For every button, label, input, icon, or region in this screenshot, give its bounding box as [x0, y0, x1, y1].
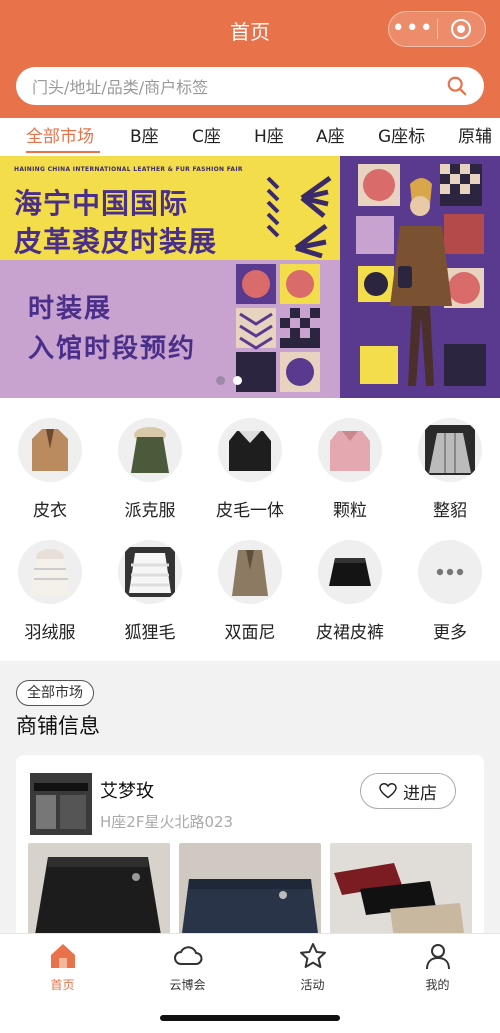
category-leather-skirt[interactable]: 皮裙皮裤: [300, 540, 400, 643]
product-image[interactable]: [179, 843, 321, 941]
granular-coat-image: [318, 418, 382, 482]
category-fur-leather[interactable]: 皮毛一体: [200, 418, 300, 521]
banner-title-line2: 皮革裘皮时装展: [14, 225, 218, 258]
leather-jacket-image: [18, 418, 82, 482]
banner-pattern-graphic: [236, 264, 320, 392]
category-more[interactable]: 更多: [400, 540, 500, 643]
nav-mine[interactable]: 我的: [375, 940, 500, 993]
tab-h[interactable]: H座: [254, 122, 284, 147]
record-icon: [451, 19, 472, 39]
banner-sunburst-graphic: [266, 175, 332, 258]
carousel-dot[interactable]: [216, 376, 225, 385]
category-label: 羽绒服: [24, 623, 76, 643]
tab-c[interactable]: C座: [192, 122, 221, 147]
category-label: 皮毛一体: [216, 501, 284, 521]
category-label: 整貂: [433, 501, 467, 521]
tab-all-markets[interactable]: 全部市场: [26, 122, 94, 147]
mink-coat-image: [418, 418, 482, 482]
heart-icon: [379, 783, 397, 799]
shop-card[interactable]: 艾梦玫 H座2F星火北路023 进店: [16, 755, 484, 941]
banner-title-line1: 海宁中国国际: [14, 187, 189, 220]
enter-shop-label: 进店: [403, 783, 437, 804]
category-mink[interactable]: 整貂: [400, 418, 500, 521]
section-title: 商铺信息: [16, 714, 100, 738]
tab-materials[interactable]: 原辅: [458, 122, 492, 147]
category-fox-fur[interactable]: 狐狸毛: [100, 540, 200, 643]
banner-subtitle-line1: 时装展: [28, 294, 113, 324]
nav-label: 我的: [425, 978, 450, 992]
parka-image: [118, 418, 182, 482]
shop-info-section: 全部市场 商铺信息 艾梦玫 H座2F星火北路023 进店: [0, 661, 500, 941]
banner-subtitle-line2: 入馆时段预约: [28, 334, 197, 364]
category-double-face[interactable]: 双面尼: [200, 540, 300, 643]
tab-g[interactable]: G座标: [378, 122, 425, 147]
enter-shop-button[interactable]: 进店: [360, 773, 456, 809]
user-icon: [425, 944, 450, 970]
tab-b[interactable]: B座: [130, 122, 159, 147]
nav-activity[interactable]: 活动: [250, 940, 375, 993]
nav-label: 云博会: [169, 978, 206, 992]
search-bar[interactable]: 门头/地址/品类/商户标签: [16, 67, 484, 105]
carousel-dot-active[interactable]: [233, 376, 242, 385]
category-label: 颗粒: [333, 501, 367, 521]
market-filter-chip[interactable]: 全部市场: [16, 680, 94, 706]
banner-english-title: HAINING CHINA INTERNATIONAL LEATHER & FU…: [14, 166, 243, 173]
nav-home[interactable]: 首页: [0, 940, 125, 993]
top-bar: 首页 ••• 门头/地址/品类/商户标签: [0, 0, 500, 118]
active-tab-indicator: [26, 151, 100, 153]
fox-fur-image: [118, 540, 182, 604]
category-label: 狐狸毛: [124, 623, 176, 643]
category-label: 更多: [433, 623, 467, 643]
close-miniprogram-button[interactable]: [437, 19, 485, 39]
home-icon: [50, 944, 75, 968]
category-label: 双面尼: [224, 623, 276, 643]
shop-storefront-image: [30, 773, 92, 835]
category-grid: 皮衣 派克服 皮毛一体 颗粒 整貂 羽绒服 狐狸毛 双面尼 皮裙皮裤 更多: [0, 398, 500, 661]
leather-skirt-image: [318, 540, 382, 604]
shop-address: H座2F星火北路023: [100, 813, 234, 831]
category-label: 派克服: [124, 501, 176, 521]
shop-name: 艾梦玫: [100, 781, 154, 802]
tab-a[interactable]: A座: [316, 122, 345, 147]
category-granular[interactable]: 颗粒: [300, 418, 400, 521]
nav-label: 活动: [300, 978, 325, 992]
nav-label: 首页: [50, 978, 75, 992]
down-jacket-image: [18, 540, 82, 604]
search-input[interactable]: 门头/地址/品类/商户标签: [32, 74, 446, 98]
banner-fashion-illustration: [340, 156, 500, 398]
more-button[interactable]: •••: [389, 14, 437, 44]
category-parka[interactable]: 派克服: [100, 418, 200, 521]
category-label: 皮裙皮裤: [316, 623, 384, 643]
category-leather-jacket[interactable]: 皮衣: [0, 418, 100, 521]
promo-banner[interactable]: HAINING CHINA INTERNATIONAL LEATHER & FU…: [0, 156, 500, 398]
fur-leather-image: [218, 418, 282, 482]
product-image[interactable]: [330, 843, 472, 941]
category-down-jacket[interactable]: 羽绒服: [0, 540, 100, 643]
market-tabs: 全部市场 B座 C座 H座 A座 G座标 原辅: [0, 118, 500, 156]
category-label: 皮衣: [33, 501, 67, 521]
cloud-icon: [173, 946, 202, 965]
carousel-indicator[interactable]: [216, 376, 242, 385]
fashion-model-image: [340, 156, 500, 398]
more-icon: [418, 540, 482, 604]
miniprogram-capsule: •••: [388, 11, 486, 47]
double-face-coat-image: [218, 540, 282, 604]
nav-cloud-expo[interactable]: 云博会: [125, 940, 250, 993]
search-icon[interactable]: [446, 75, 468, 97]
home-indicator: [160, 1015, 340, 1021]
product-image[interactable]: [28, 843, 170, 941]
star-icon: [299, 943, 326, 968]
